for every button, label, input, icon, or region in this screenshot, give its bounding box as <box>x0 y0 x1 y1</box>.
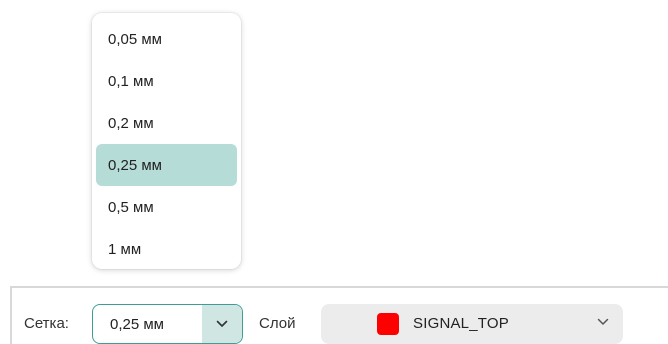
chevron-down-icon <box>597 318 609 325</box>
grid-option-0-25[interactable]: 0,25 мм <box>96 144 237 186</box>
grid-option-0-05[interactable]: 0,05 мм <box>96 18 237 60</box>
layer-color-swatch <box>377 313 399 335</box>
grid-option-1[interactable]: 1 мм <box>96 228 237 270</box>
grid-option-0-5[interactable]: 0,5 мм <box>96 186 237 228</box>
grid-size-value: 0,25 мм <box>110 316 164 333</box>
layer-value: SIGNAL_TOP <box>413 315 509 332</box>
grid-size-dropdown: 0,05 мм 0,1 мм 0,2 мм 0,25 мм 0,5 мм 1 м… <box>92 13 241 269</box>
app-stage: 0,05 мм 0,1 мм 0,2 мм 0,25 мм 0,5 мм 1 м… <box>0 0 668 344</box>
grid-option-0-1[interactable]: 0,1 мм <box>96 60 237 102</box>
bottom-toolbar: Сетка: 0,25 мм Слой SIGNAL_TOP <box>10 286 668 344</box>
grid-label: Сетка: <box>24 315 69 332</box>
grid-size-select[interactable]: 0,25 мм <box>92 304 243 344</box>
layer-select[interactable]: SIGNAL_TOP <box>321 304 623 344</box>
grid-size-caret-button[interactable] <box>202 305 242 343</box>
layer-label: Слой <box>259 315 296 332</box>
grid-option-0-2[interactable]: 0,2 мм <box>96 102 237 144</box>
chevron-down-icon <box>216 320 228 327</box>
